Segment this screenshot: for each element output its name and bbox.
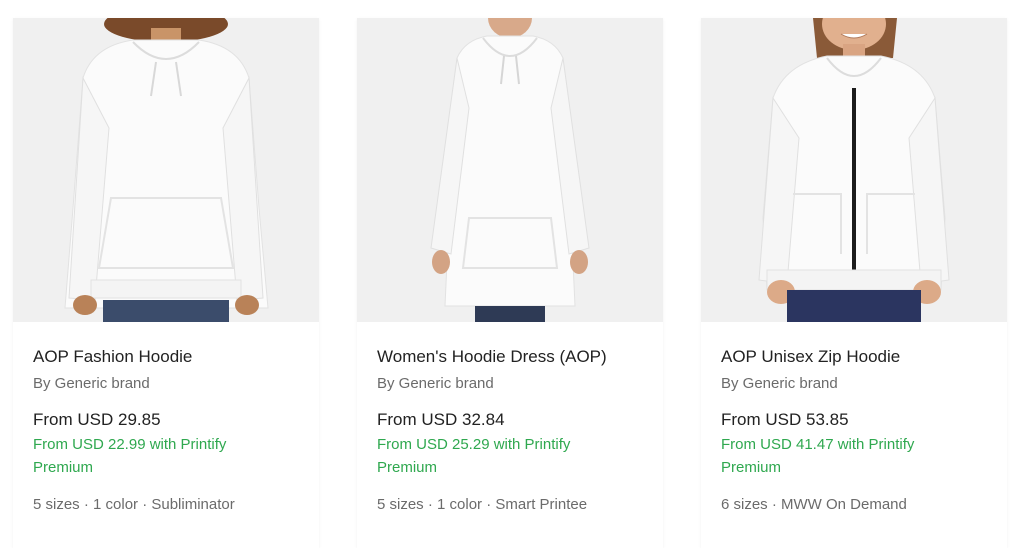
product-brand: By Generic brand <box>377 375 494 392</box>
product-card[interactable]: Women's Hoodie Dress (AOP) By Generic br… <box>357 18 663 548</box>
product-title[interactable]: Women's Hoodie Dress (AOP) <box>377 346 643 368</box>
product-card[interactable]: AOP Unisex Zip Hoodie By Generic brand F… <box>701 18 1007 548</box>
product-card[interactable]: AOP Fashion Hoodie By Generic brand From… <box>13 18 319 548</box>
product-meta: 5 sizes · 1 color · Smart Printee <box>377 496 588 513</box>
product-meta: 6 sizes · MWW On Demand <box>721 496 907 513</box>
product-title[interactable]: AOP Fashion Hoodie <box>33 346 299 368</box>
product-brand: By Generic brand <box>721 375 838 392</box>
product-grid: AOP Fashion Hoodie By Generic brand From… <box>0 0 1024 548</box>
premium-price: From USD 41.47 with Printify Premium <box>721 436 915 476</box>
product-price: From USD 32.84 <box>377 410 505 429</box>
product-image[interactable] <box>357 18 663 322</box>
product-title[interactable]: AOP Unisex Zip Hoodie <box>721 346 987 368</box>
product-price: From USD 53.85 <box>721 410 849 429</box>
premium-price: From USD 22.99 with Printify Premium <box>33 436 227 476</box>
product-image[interactable] <box>701 18 1007 322</box>
product-brand: By Generic brand <box>33 375 150 392</box>
product-price: From USD 29.85 <box>33 410 161 429</box>
product-image[interactable] <box>13 18 319 322</box>
product-meta: 5 sizes · 1 color · Subliminator <box>33 496 235 513</box>
premium-price: From USD 25.29 with Printify Premium <box>377 436 571 476</box>
